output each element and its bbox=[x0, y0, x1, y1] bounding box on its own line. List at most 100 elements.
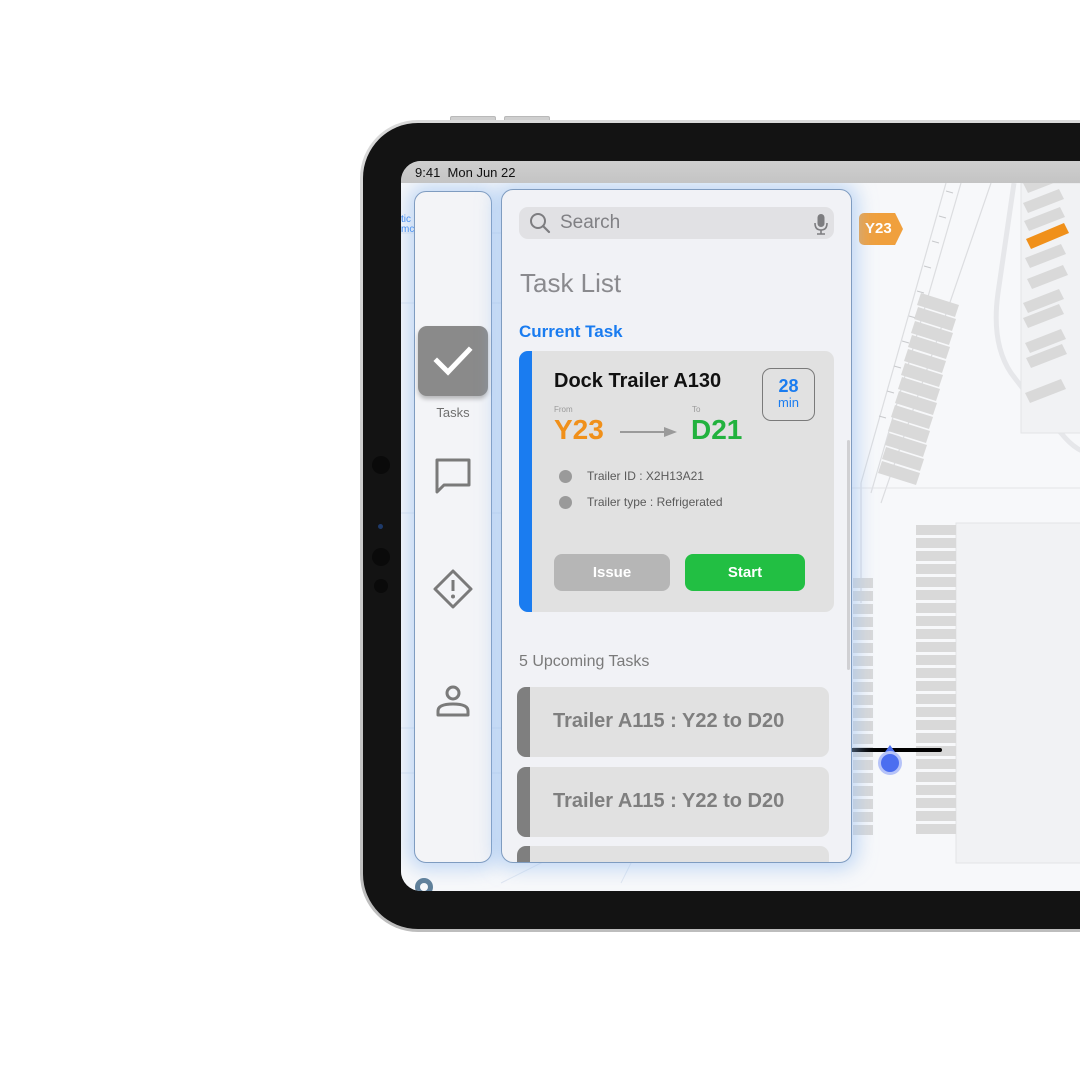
parking-slot bbox=[916, 772, 956, 782]
camera-sensor bbox=[374, 579, 388, 593]
checkmark-icon bbox=[433, 346, 473, 376]
start-button[interactable]: Start bbox=[685, 554, 805, 591]
tablet-bezel: 9:41 Mon Jun 22 tic mc Y23 Tasks Search … bbox=[363, 123, 1080, 929]
parking-slot bbox=[916, 616, 956, 626]
nav-item-tasks[interactable]: Tasks bbox=[415, 326, 491, 420]
parking-slot bbox=[853, 760, 873, 770]
parking-slot bbox=[916, 707, 956, 717]
upcoming-task-label: Trailer A115 : Y22 to D20 bbox=[553, 790, 785, 812]
bullet-icon bbox=[559, 469, 572, 483]
parking-slot bbox=[916, 642, 956, 652]
parking-slot bbox=[853, 643, 873, 653]
parking-slot bbox=[916, 681, 956, 691]
nav-rail: Tasks bbox=[414, 191, 492, 863]
parking-slot bbox=[916, 590, 956, 600]
parking-slot bbox=[853, 695, 873, 705]
scrollbar[interactable] bbox=[847, 440, 850, 670]
parking-slot bbox=[853, 799, 873, 809]
tablet-frame: 9:41 Mon Jun 22 tic mc Y23 Tasks Search … bbox=[360, 120, 1080, 932]
parking-slot bbox=[853, 825, 873, 835]
search-bar[interactable] bbox=[519, 207, 834, 239]
nav-label-tasks: Tasks bbox=[436, 405, 470, 420]
upcoming-task-item[interactable]: Trailer A115 : Y22 to D20 bbox=[517, 767, 829, 837]
parking-slot bbox=[916, 603, 956, 613]
eta-value: 28 bbox=[778, 376, 799, 396]
parking-slot bbox=[916, 720, 956, 730]
tasks-tile[interactable] bbox=[418, 326, 488, 396]
parking-slot bbox=[853, 734, 873, 744]
parking-slot bbox=[916, 551, 956, 561]
parking-slot bbox=[916, 629, 956, 639]
trailer-type-row: Trailer type : Refrigerated bbox=[559, 495, 723, 509]
warning-diamond-icon bbox=[433, 569, 473, 609]
parking-slot bbox=[853, 604, 873, 614]
eta-badge: 28 min bbox=[762, 368, 815, 421]
parking-slot bbox=[916, 733, 956, 743]
upcoming-task-item[interactable] bbox=[517, 846, 829, 862]
task-list-panel: Task List Current Task Dock Trailer A130… bbox=[501, 189, 852, 863]
trailer-type: Trailer type : Refrigerated bbox=[587, 495, 723, 509]
parking-slot bbox=[853, 669, 873, 679]
bullet-icon bbox=[559, 495, 572, 509]
parking-slot bbox=[853, 812, 873, 822]
parking-slot bbox=[916, 785, 956, 795]
parking-slot bbox=[853, 578, 873, 588]
parking-slot bbox=[916, 668, 956, 678]
destination-location: D21 bbox=[691, 414, 743, 445]
nav-item-alerts[interactable] bbox=[415, 568, 491, 610]
parking-slot bbox=[853, 630, 873, 640]
chat-bubble-icon bbox=[435, 458, 471, 494]
yard-label-y23[interactable]: Y23 bbox=[859, 213, 903, 245]
current-location-dot bbox=[878, 751, 902, 775]
origin-location: Y23 bbox=[554, 414, 604, 445]
parking-slot bbox=[916, 824, 956, 834]
parking-slot bbox=[853, 656, 873, 666]
parking-slot bbox=[853, 786, 873, 796]
search-icon bbox=[530, 213, 551, 234]
parking-slot bbox=[853, 591, 873, 601]
trailer-id: Trailer ID : X2H13A21 bbox=[587, 469, 704, 483]
issue-button[interactable]: Issue bbox=[554, 554, 670, 591]
parking-slot bbox=[916, 694, 956, 704]
card-accent-bar bbox=[517, 687, 530, 757]
camera-sensor bbox=[372, 456, 390, 474]
status-time: 9:41 bbox=[415, 165, 441, 180]
nav-item-messages[interactable] bbox=[415, 456, 491, 496]
parking-slot bbox=[916, 525, 956, 535]
camera-sensor bbox=[372, 548, 390, 566]
parking-slot bbox=[916, 564, 956, 574]
current-task-card[interactable]: Dock Trailer A130 28 min From To Y23 D21 bbox=[519, 351, 834, 612]
person-icon bbox=[436, 685, 470, 717]
map-pin-icon[interactable] bbox=[415, 878, 433, 891]
parking-slot bbox=[916, 759, 956, 769]
current-task-heading: Current Task bbox=[519, 322, 623, 341]
upcoming-task-label: Trailer A115 : Y22 to D20 bbox=[553, 710, 785, 732]
screen: 9:41 Mon Jun 22 tic mc Y23 Tasks Search … bbox=[401, 161, 1080, 891]
parking-slot bbox=[916, 798, 956, 808]
from-label: From bbox=[554, 405, 573, 414]
upcoming-tasks-heading: 5 Upcoming Tasks bbox=[519, 653, 650, 670]
parking-slot bbox=[853, 721, 873, 731]
upcoming-task-item[interactable]: Trailer A115 : Y22 to D20 bbox=[517, 687, 829, 757]
eta-unit: min bbox=[778, 395, 799, 410]
parking-slot bbox=[853, 708, 873, 718]
status-date: Mon Jun 22 bbox=[447, 165, 516, 180]
page-title: Task List bbox=[520, 268, 622, 298]
parking-slot bbox=[853, 682, 873, 692]
trailer-id-row: Trailer ID : X2H13A21 bbox=[559, 469, 704, 483]
parking-slot bbox=[916, 811, 956, 821]
card-accent-bar bbox=[519, 351, 532, 612]
parking-slot bbox=[853, 617, 873, 627]
microphone-icon[interactable] bbox=[814, 213, 828, 235]
task-title: Dock Trailer A130 bbox=[554, 370, 722, 392]
nav-item-profile[interactable] bbox=[415, 682, 491, 720]
parking-slot bbox=[916, 538, 956, 548]
to-label: To bbox=[692, 405, 701, 414]
status-bar: 9:41 Mon Jun 22 bbox=[401, 161, 1080, 183]
map-poi-text: tic mc bbox=[401, 214, 415, 235]
parking-slot bbox=[916, 577, 956, 587]
search-input[interactable] bbox=[560, 212, 800, 234]
parking-slots bbox=[878, 293, 959, 485]
card-accent-bar bbox=[517, 846, 530, 862]
arrow-right-icon bbox=[620, 427, 677, 437]
